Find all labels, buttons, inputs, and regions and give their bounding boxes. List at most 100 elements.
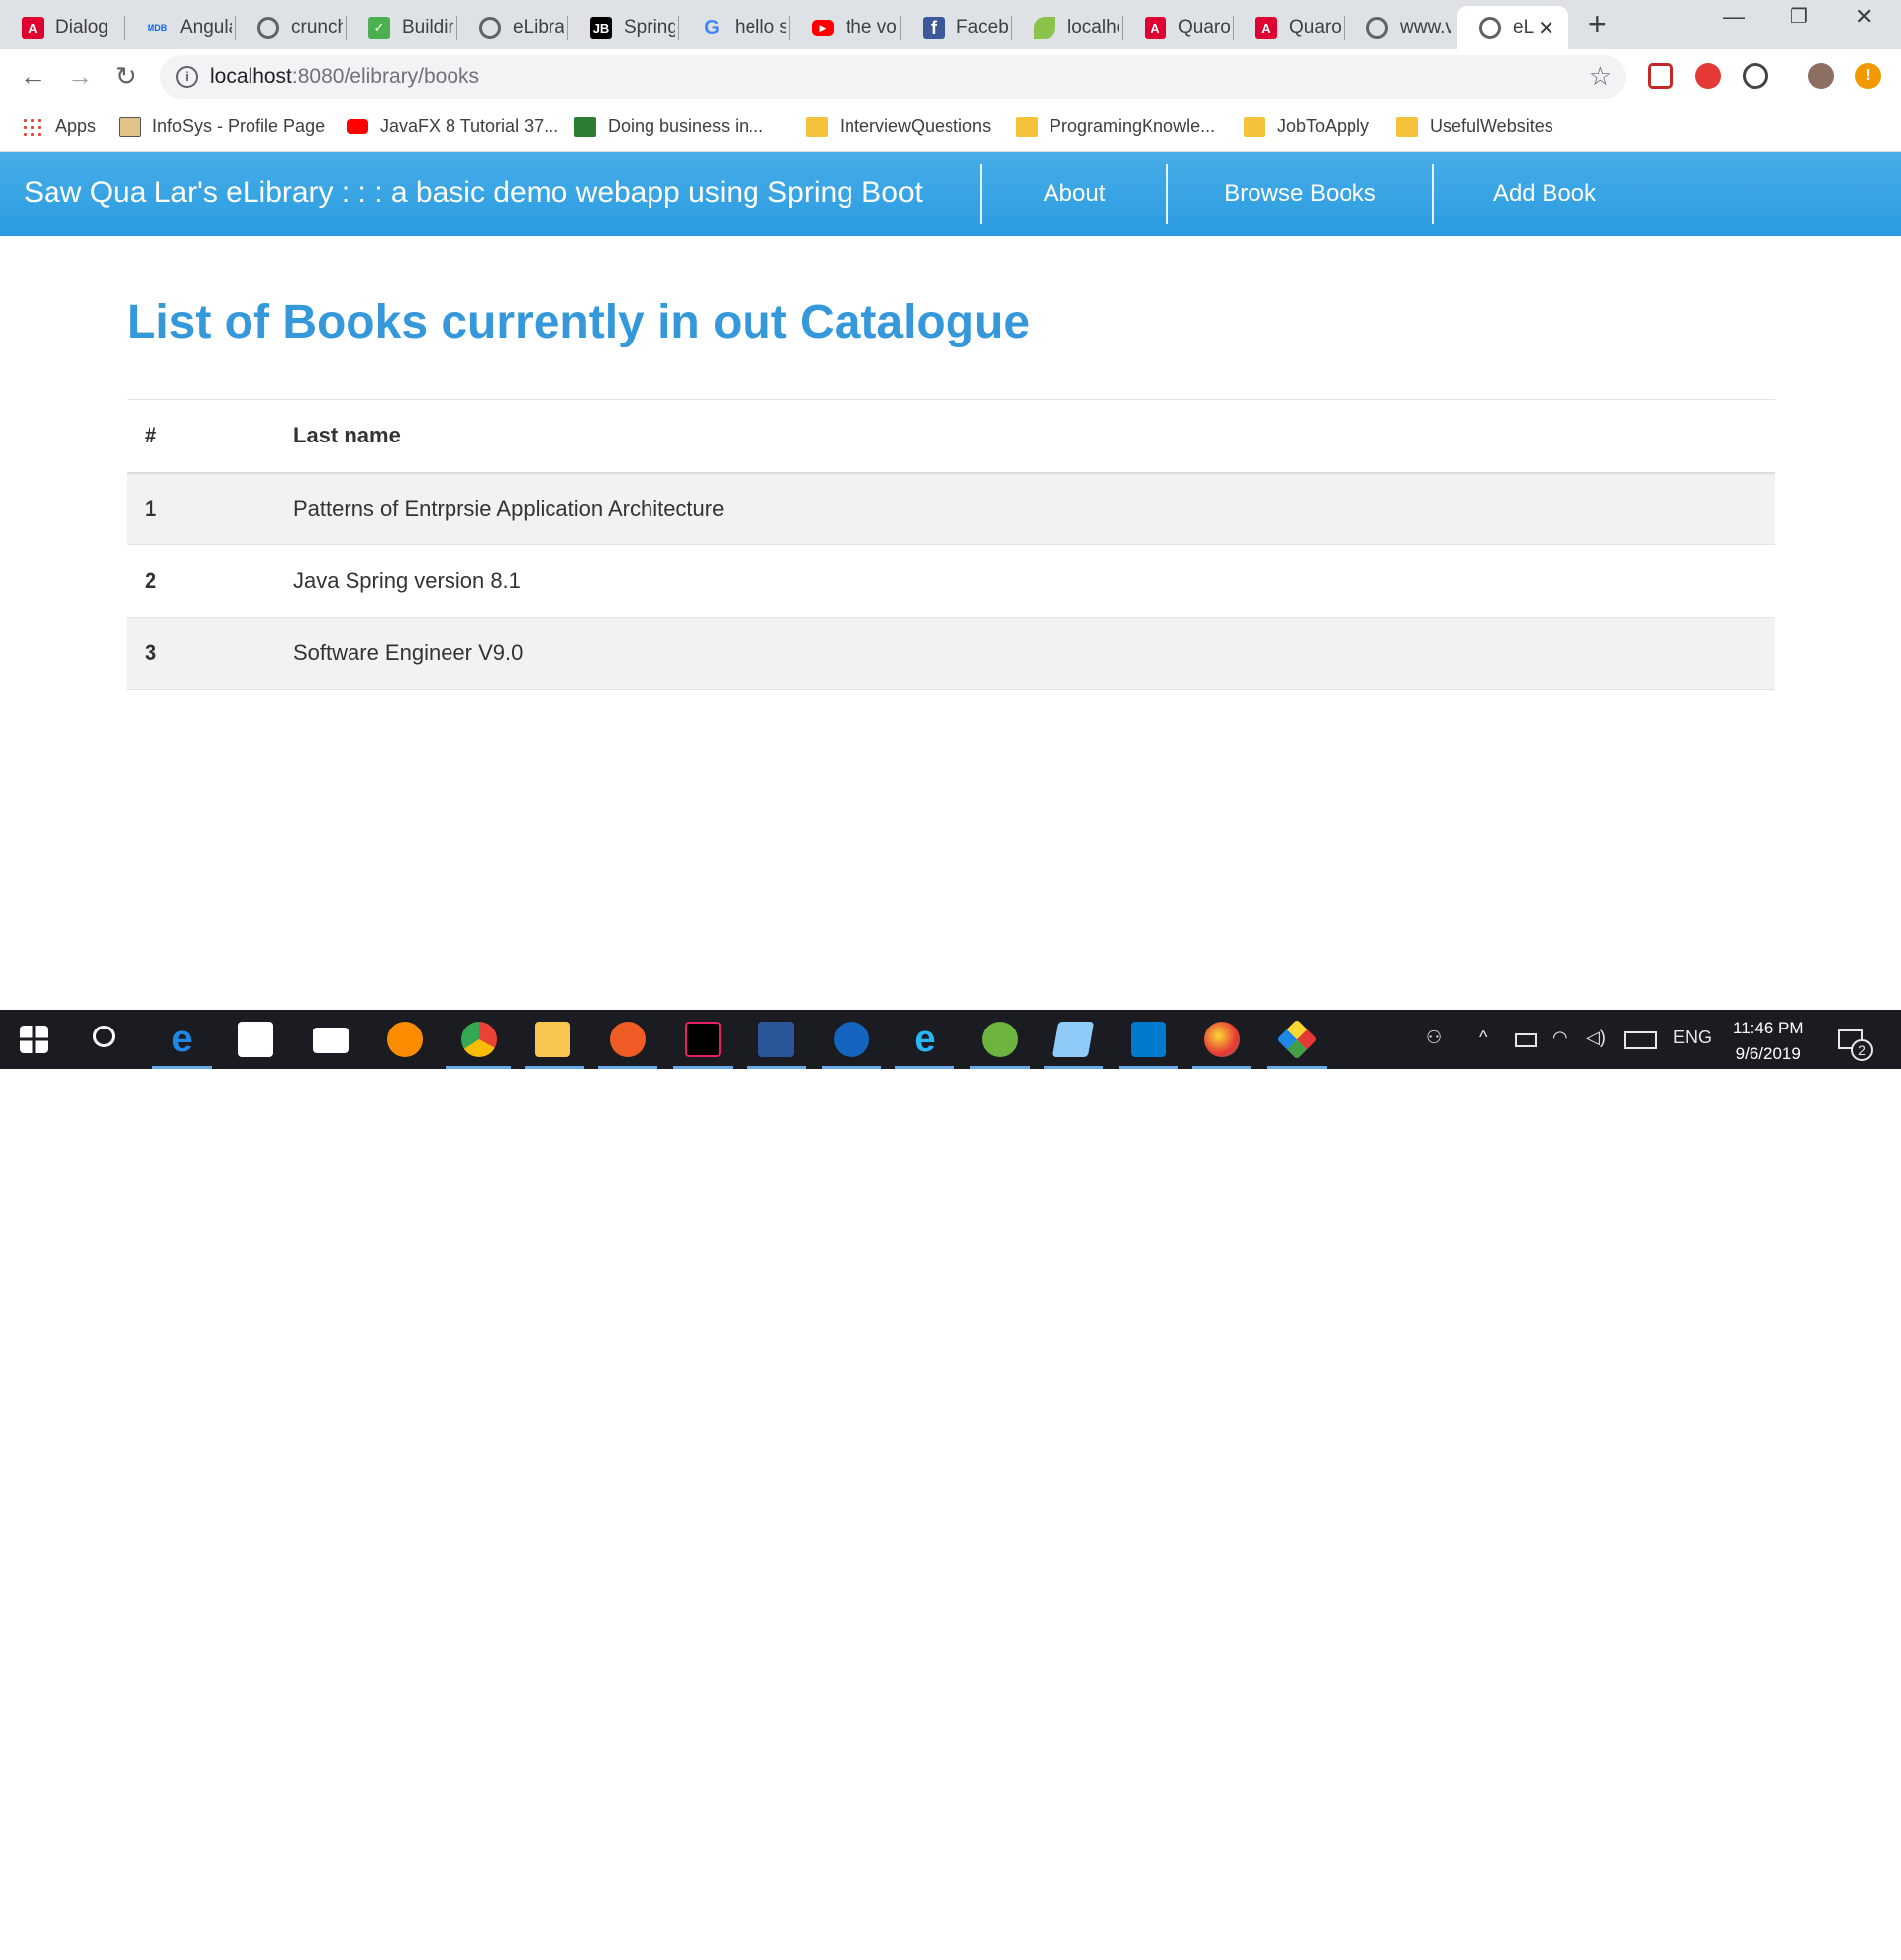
browser-tab[interactable]: ▶ the vo (790, 6, 901, 49)
tab-title: the vo (846, 17, 897, 38)
profile-avatar[interactable] (1808, 63, 1834, 89)
sync-extension-icon[interactable] (1743, 63, 1768, 89)
browser-tab[interactable]: A Quaro (1123, 6, 1234, 49)
url-text[interactable]: localhost:8080/elibrary/books (210, 65, 479, 89)
edge-icon[interactable]: e (164, 1021, 200, 1058)
wifi-icon[interactable]: ◠ (1552, 1028, 1568, 1048)
chrome-icon[interactable] (461, 1022, 497, 1057)
browser-tab[interactable]: eLibrar (457, 6, 568, 49)
tab-title: crunch (291, 17, 343, 38)
browser-tab[interactable]: A Quaro (1234, 6, 1345, 49)
ie-icon[interactable]: e (907, 1021, 943, 1058)
globe-icon (257, 17, 279, 39)
bookmark-folder[interactable]: JobToApply (1244, 116, 1369, 137)
spring-leaf-icon (1034, 17, 1055, 39)
notepad-icon[interactable] (1051, 1022, 1095, 1057)
address-bar[interactable]: i localhost:8080/elibrary/books ☆ (160, 55, 1626, 99)
postman-icon[interactable] (610, 1022, 646, 1057)
bookmark-item[interactable]: Doing business in... (574, 116, 763, 137)
folder-icon (1244, 116, 1265, 137)
browser-tab[interactable]: JB Spring (568, 6, 679, 49)
tab-title: Angula (180, 17, 232, 38)
browser-tab-active[interactable]: eLi ✕ (1457, 6, 1568, 49)
tab-title: Facebo (956, 17, 1008, 38)
book-name: Patterns of Entrprsie Application Archit… (293, 472, 1775, 545)
browser-tab[interactable]: f Facebo (901, 6, 1012, 49)
people-icon[interactable]: ⚇ (1426, 1028, 1442, 1048)
nav-link-about[interactable]: About (982, 152, 1166, 236)
browser-tab[interactable]: www.v (1345, 6, 1455, 49)
globe-icon (1479, 17, 1501, 39)
books-table: # Last name 1 Patterns of Entrprsie Appl… (127, 399, 1775, 690)
angular-icon: A (1145, 17, 1166, 39)
folder-icon (1396, 116, 1418, 137)
mail-icon[interactable] (313, 1028, 349, 1053)
globe-icon (1366, 17, 1388, 39)
bookmarks-bar: Apps InfoSys - Profile Page JavaFX 8 Tut… (0, 105, 1901, 152)
file-explorer-icon[interactable] (535, 1022, 570, 1057)
battery-icon[interactable] (1515, 1033, 1537, 1047)
close-tab-icon[interactable]: ✕ (1538, 16, 1554, 41)
browser-tab[interactable]: localho (1012, 6, 1123, 49)
clock-time: 11:46 PM (1733, 1019, 1804, 1037)
infosys-icon (119, 116, 141, 137)
book-name: Software Engineer V9.0 (293, 617, 1775, 690)
reload-button[interactable]: ↻ (115, 61, 137, 91)
gitkraken-icon[interactable] (1276, 1019, 1318, 1060)
new-tab-button[interactable]: + (1588, 8, 1607, 40)
info-icon[interactable]: i (176, 66, 198, 88)
globe-icon (479, 17, 501, 39)
back-button[interactable]: ← (20, 61, 46, 91)
bookmark-item[interactable]: JavaFX 8 Tutorial 37... (347, 116, 558, 137)
jnote-extension-icon[interactable] (1695, 63, 1721, 89)
paint-icon[interactable] (1204, 1022, 1240, 1057)
tab-title: localho (1067, 17, 1119, 38)
minimize-button[interactable]: — (1723, 4, 1745, 30)
tab-title: Quaro (1178, 17, 1230, 38)
column-header-name: Last name (293, 399, 1775, 474)
bookmark-star-icon[interactable]: ☆ (1589, 61, 1612, 92)
forward-button[interactable]: → (67, 61, 93, 91)
pocket-extension-icon[interactable] (1648, 63, 1673, 89)
tab-title: Quaro (1289, 17, 1341, 38)
browser-tab[interactable]: G hello s (679, 6, 790, 49)
system-clock[interactable]: 11:46 PM 9/6/2019 (1733, 1016, 1804, 1067)
bookmark-folder[interactable]: InterviewQuestions (806, 116, 991, 137)
update-alert-icon[interactable]: ! (1855, 63, 1881, 89)
bookmark-item[interactable]: Apps (22, 116, 96, 137)
bookmark-item[interactable]: InfoSys - Profile Page (119, 116, 325, 137)
facebook-icon: f (923, 17, 945, 39)
column-header-number: # (127, 399, 293, 474)
store-icon[interactable] (238, 1022, 273, 1057)
spring-tool-icon[interactable] (982, 1022, 1018, 1057)
language-indicator[interactable]: ENG (1673, 1028, 1712, 1048)
site-brand[interactable]: Saw Qua Lar's eLibrary : : : a basic dem… (24, 176, 923, 210)
tab-title: Buildin (402, 17, 453, 38)
row-number: 1 (127, 472, 293, 545)
vscode-icon[interactable] (1131, 1022, 1166, 1057)
browser-tab[interactable]: A Dialog (0, 6, 125, 49)
browser-tab[interactable]: crunch (236, 6, 347, 49)
browser-toolbar: ← → ↻ i localhost:8080/elibrary/books ☆ … (0, 49, 1901, 105)
intellij-icon[interactable] (685, 1022, 721, 1057)
restore-button[interactable]: ❐ (1790, 4, 1808, 29)
tab-title: eLi (1513, 17, 1535, 38)
jetbrains-icon: JB (590, 17, 612, 39)
word-icon[interactable] (758, 1022, 794, 1057)
folder-icon (1016, 116, 1038, 137)
tray-chevron-icon[interactable]: ^ (1479, 1028, 1487, 1048)
keyboard-icon[interactable] (1624, 1031, 1657, 1049)
bookmark-folder[interactable]: ProgramingKnowle... (1016, 116, 1215, 137)
browser-tab[interactable]: MDB Angula (125, 6, 236, 49)
browser-tab[interactable]: ✓ Buildin (347, 6, 457, 49)
brave-icon[interactable] (387, 1022, 423, 1057)
windows-start-icon[interactable] (20, 1026, 48, 1053)
search-icon[interactable] (93, 1026, 115, 1047)
nav-link-add-book[interactable]: Add Book (1434, 152, 1655, 236)
bookmark-folder[interactable]: UsefulWebsites (1396, 116, 1553, 137)
maps-icon[interactable] (834, 1022, 869, 1057)
volume-icon[interactable]: ◁) (1586, 1028, 1606, 1048)
table-row: 3 Software Engineer V9.0 (127, 617, 1775, 690)
nav-link-browse-books[interactable]: Browse Books (1168, 152, 1432, 236)
close-window-button[interactable]: ✕ (1855, 4, 1873, 30)
